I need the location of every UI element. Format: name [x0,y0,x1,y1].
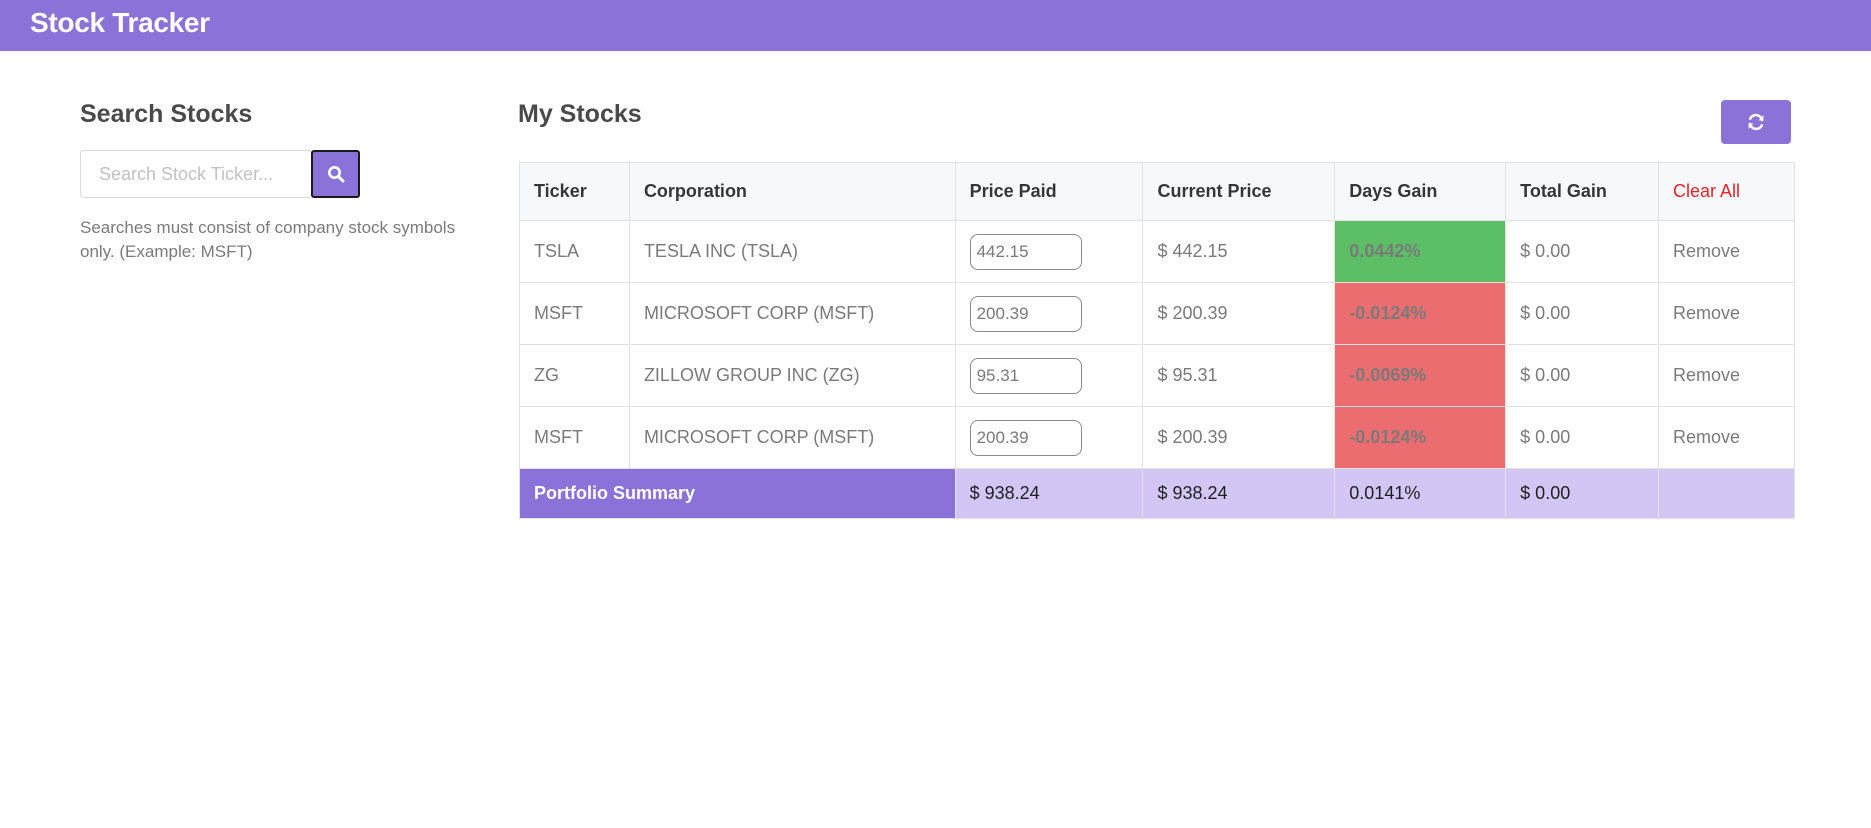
stocks-table: Ticker Corporation Price Paid Current Pr… [519,162,1795,519]
refresh-icon [1748,113,1764,131]
corporation-cell: TESLA INC (TSLA) [628,220,956,283]
price-paid-input[interactable] [969,295,1082,332]
total-gain-cell: $ 0.00 [1505,220,1660,283]
days-gain-cell: -0.0124% [1334,406,1507,469]
ticker-cell: MSFT [519,406,630,469]
summary-price-paid: $ 938.24 [954,468,1144,519]
search-panel: Search Stocks Searches must consist of c… [80,100,460,261]
current-price-cell: $ 200.39 [1142,406,1336,469]
total-gain-cell: $ 0.00 [1505,344,1660,407]
price-paid-cell [954,344,1144,407]
days-gain-cell: -0.0069% [1334,344,1507,407]
corporation-cell: MICROSOFT CORP (MSFT) [628,406,956,469]
total-gain-cell: $ 0.00 [1505,282,1660,345]
remove-link[interactable]: Remove [1658,344,1795,407]
ticker-cell: TSLA [519,220,630,283]
table-row: ZG ZILLOW GROUP INC (ZG) $ 95.31 -0.0069… [519,344,1795,407]
corporation-cell: MICROSOFT CORP (MSFT) [628,282,956,345]
header-current-price: Current Price [1142,162,1336,221]
table-header-row: Ticker Corporation Price Paid Current Pr… [519,162,1795,221]
price-paid-input[interactable] [969,357,1082,394]
remove-link[interactable]: Remove [1658,282,1795,345]
ticker-cell: MSFT [519,282,630,345]
current-price-cell: $ 95.31 [1142,344,1336,407]
remove-link[interactable]: Remove [1658,220,1795,283]
search-help-text: Searches must consist of company stock s… [80,218,456,261]
search-input[interactable] [80,150,311,198]
header-total-gain: Total Gain [1505,162,1660,221]
refresh-button[interactable] [1721,100,1791,144]
corporation-cell: ZILLOW GROUP INC (ZG) [628,344,956,407]
stocks-panel: My Stocks Ticker Corporation Price Paid … [518,100,1796,519]
days-gain-cell: -0.0124% [1334,282,1507,345]
search-bar [80,150,360,198]
header-days-gain: Days Gain [1334,162,1507,221]
summary-total-gain: $ 0.00 [1505,468,1660,519]
price-paid-cell [954,282,1144,345]
stocks-title: My Stocks [518,100,642,128]
current-price-cell: $ 200.39 [1142,282,1336,345]
header-ticker: Ticker [519,162,630,221]
price-paid-cell [954,220,1144,283]
days-gain-cell: 0.0442% [1334,220,1507,283]
search-title: Search Stocks [80,100,253,128]
app-title[interactable]: Stock Tracker [30,7,210,39]
table-row: MSFT MICROSOFT CORP (MSFT) $ 200.39 -0.0… [519,406,1795,469]
remove-link[interactable]: Remove [1658,406,1795,469]
navbar: Stock Tracker [0,0,1871,51]
price-paid-input[interactable] [969,233,1082,270]
summary-current-price: $ 938.24 [1142,468,1336,519]
total-gain-cell: $ 0.00 [1505,406,1660,469]
header-price-paid: Price Paid [954,162,1144,221]
price-paid-input[interactable] [969,419,1082,456]
ticker-cell: ZG [519,344,630,407]
table-row: MSFT MICROSOFT CORP (MSFT) $ 200.39 -0.0… [519,282,1795,345]
portfolio-summary-label: Portfolio Summary [519,468,956,519]
portfolio-summary-row: Portfolio Summary $ 938.24 $ 938.24 0.01… [519,468,1795,519]
header-corporation: Corporation [628,162,956,221]
summary-days-gain: 0.0141% [1334,468,1507,519]
table-row: TSLA TESLA INC (TSLA) $ 442.15 0.0442% $… [519,220,1795,283]
clear-all-link[interactable]: Clear All [1658,162,1795,221]
search-button[interactable] [311,150,360,198]
summary-empty-cell [1658,468,1795,519]
price-paid-cell [954,406,1144,469]
search-icon [327,166,344,183]
current-price-cell: $ 442.15 [1142,220,1336,283]
